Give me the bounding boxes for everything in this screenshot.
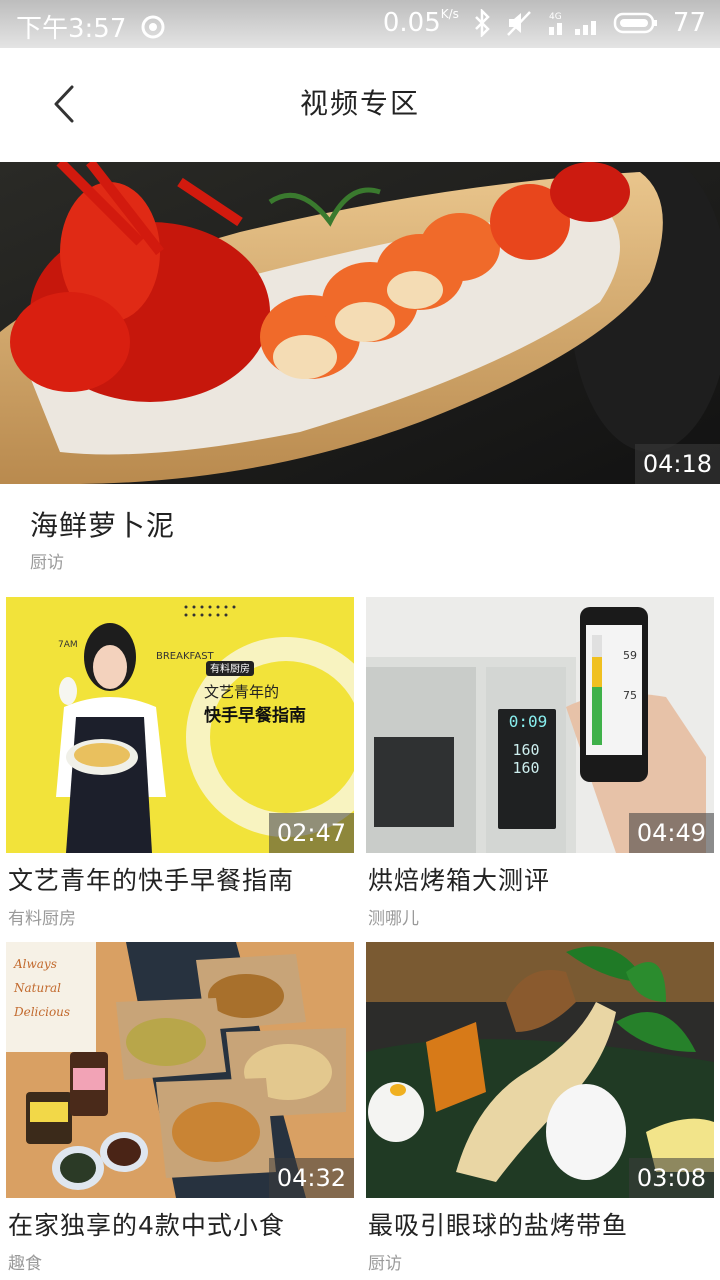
video-title: 文艺青年的快手早餐指南 bbox=[8, 866, 295, 895]
video-title: 海鲜萝卜泥 bbox=[30, 509, 176, 542]
video-title: 烘焙烤箱大测评 bbox=[368, 866, 551, 895]
video-source: 厨访 bbox=[368, 1254, 402, 1274]
svg-text:59: 59 bbox=[623, 649, 637, 662]
video-thumbnail[interactable]: Always Natural Delicious 04:32 bbox=[6, 942, 354, 1198]
svg-text:文艺青年的: 文艺青年的 bbox=[204, 683, 279, 701]
video-title: 在家独享的4款中式小食 bbox=[8, 1211, 285, 1240]
svg-text:160: 160 bbox=[512, 741, 539, 759]
video-thumbnail[interactable]: 03:08 bbox=[366, 942, 714, 1198]
video-card[interactable]: 7AM BREAKFAST 有料厨房 文艺青年的 快手早餐指南 02:47 文艺… bbox=[6, 597, 354, 937]
svg-text:160: 160 bbox=[512, 759, 539, 777]
mute-icon bbox=[505, 9, 533, 37]
app-header: 视频专区 bbox=[0, 48, 720, 160]
video-card[interactable]: Always Natural Delicious 04:32 在家独享的4款中式… bbox=[6, 942, 354, 1280]
video-duration: 04:49 bbox=[628, 813, 714, 853]
video-duration: 04:32 bbox=[268, 1158, 354, 1198]
featured-video-thumbnail[interactable]: 04:18 bbox=[0, 162, 720, 484]
video-source: 厨访 bbox=[30, 553, 64, 573]
svg-text:有料厨房: 有料厨房 bbox=[210, 662, 250, 675]
bluetooth-icon bbox=[473, 9, 491, 37]
featured-video-info[interactable]: 海鲜萝卜泥 厨访 bbox=[0, 484, 720, 594]
signal-icon: 4G bbox=[547, 9, 599, 37]
svg-text:Natural: Natural bbox=[13, 981, 61, 995]
battery-level: 77 bbox=[672, 8, 706, 38]
video-thumbnail[interactable]: 7AM BREAKFAST 有料厨房 文艺青年的 快手早餐指南 02:47 bbox=[6, 597, 354, 853]
battery-icon bbox=[613, 9, 659, 37]
svg-text:BREAKFAST: BREAKFAST bbox=[156, 651, 215, 662]
svg-text:Delicious: Delicious bbox=[13, 1005, 70, 1019]
video-card[interactable]: 0:09 160 160 59 75 04:49 烘焙烤箱大测评 测哪儿 bbox=[366, 597, 714, 937]
page-title: 视频专区 bbox=[299, 87, 420, 120]
svg-text:0:09: 0:09 bbox=[509, 712, 548, 731]
video-source: 趣食 bbox=[8, 1254, 42, 1274]
svg-text:7AM: 7AM bbox=[58, 640, 78, 650]
video-duration: 04:18 bbox=[634, 444, 720, 484]
notification-icon bbox=[140, 14, 166, 40]
video-title: 最吸引眼球的盐烤带鱼 bbox=[368, 1211, 629, 1240]
svg-text:快手早餐指南: 快手早餐指南 bbox=[204, 705, 306, 726]
video-card[interactable]: 03:08 最吸引眼球的盐烤带鱼 厨访 bbox=[366, 942, 714, 1280]
seafood-image bbox=[0, 162, 720, 484]
svg-text:75: 75 bbox=[623, 689, 637, 702]
status-bar: 下午3:57 0.05K/s 4G 77 bbox=[0, 0, 720, 48]
status-time: 下午3:57 bbox=[16, 14, 127, 44]
video-source: 测哪儿 bbox=[368, 909, 419, 929]
svg-text:Always: Always bbox=[13, 957, 57, 971]
svg-text:4G: 4G bbox=[549, 12, 562, 22]
net-speed: 0.05K/s bbox=[382, 7, 459, 38]
video-duration: 03:08 bbox=[628, 1158, 714, 1198]
video-thumbnail[interactable]: 0:09 160 160 59 75 04:49 bbox=[366, 597, 714, 853]
video-source: 有料厨房 bbox=[8, 909, 76, 929]
video-duration: 02:47 bbox=[268, 813, 354, 853]
